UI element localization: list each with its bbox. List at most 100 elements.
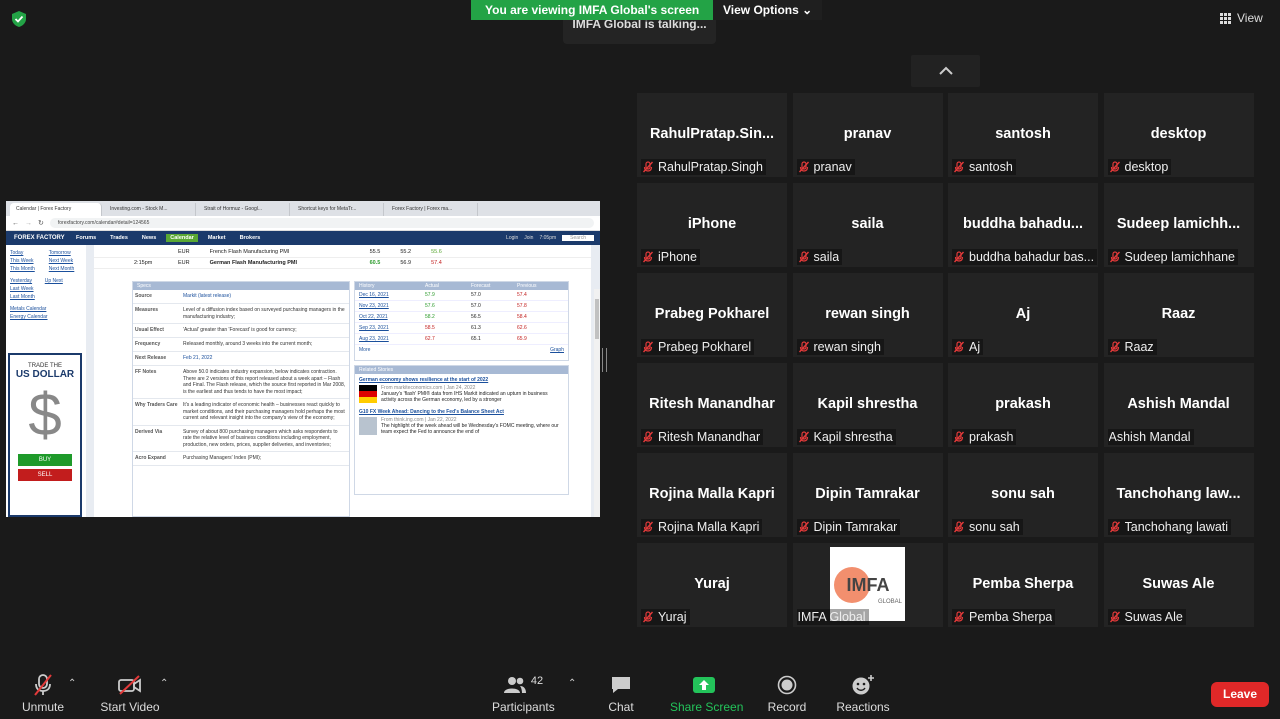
link-metals-calendar[interactable]: Metals Calendar bbox=[10, 305, 82, 313]
history-graph-link[interactable]: Graph bbox=[550, 345, 564, 356]
audio-options-caret-icon[interactable]: ⌃ bbox=[68, 678, 76, 689]
participant-tile[interactable]: RahulPratap.Sin... RahulPratap.Singh bbox=[637, 93, 787, 177]
nav-news[interactable]: News bbox=[138, 234, 160, 242]
record-button[interactable]: Record bbox=[766, 672, 808, 714]
participant-tile[interactable]: Dipin Tamrakar Dipin Tamrakar bbox=[792, 453, 943, 537]
reload-icon[interactable]: ↻ bbox=[38, 219, 44, 227]
ad-sell-button[interactable]: SELL bbox=[18, 469, 72, 481]
participant-tile[interactable]: Tanchohang law... Tanchohang lawati bbox=[1103, 453, 1254, 537]
forexfactory-logo[interactable]: FOREX FACTORY bbox=[14, 235, 66, 241]
history-more-link[interactable]: More bbox=[359, 345, 405, 356]
calendar-event-row[interactable]: EUR French Flash Manufacturing PMI 55.5 … bbox=[94, 247, 591, 258]
participant-name: saila bbox=[813, 250, 840, 264]
share-screen-button[interactable]: Share Screen bbox=[670, 672, 743, 714]
history-row[interactable]: Sep 23, 2021 58.5 61.3 62.6 bbox=[355, 323, 568, 334]
browser-tab[interactable]: Forex Factory | Forex ma... bbox=[386, 203, 478, 216]
chat-button[interactable]: Chat bbox=[604, 672, 638, 714]
participant-display-name: Ashish Mandal bbox=[1127, 396, 1230, 412]
reactions-smiley-icon bbox=[852, 675, 874, 695]
nav-brokers[interactable]: Brokers bbox=[236, 234, 265, 242]
history-row[interactable]: Dec 16, 2021 57.9 57.0 57.4 bbox=[355, 290, 568, 301]
participant-tile[interactable]: Yuraj Yuraj bbox=[637, 543, 787, 627]
news-title[interactable]: G10 FX Week Ahead: Dancing to the Fed's … bbox=[359, 409, 564, 415]
leave-button[interactable]: Leave bbox=[1211, 682, 1269, 707]
participant-tile[interactable]: Aj Aj bbox=[948, 273, 1098, 357]
participant-tile[interactable]: Suwas Ale Suwas Ale bbox=[1103, 543, 1254, 627]
participant-tile[interactable]: Ritesh Manandhar Ritesh Manandhar bbox=[637, 363, 787, 447]
participant-tile[interactable]: sonu sah sonu sah bbox=[948, 453, 1098, 537]
shared-screen[interactable]: Calendar | Forex Factory Investing.com -… bbox=[6, 201, 600, 517]
resize-handle[interactable] bbox=[602, 348, 607, 372]
us-dollar-ad[interactable]: TRADE THE US DOLLAR $ BUY SELL bbox=[8, 353, 82, 517]
security-shield-icon[interactable] bbox=[10, 10, 28, 28]
unmute-button[interactable]: Unmute bbox=[20, 672, 66, 714]
participant-name: Pemba Sherpa bbox=[969, 610, 1053, 624]
link-tomorrow[interactable]: Tomorrow bbox=[49, 249, 75, 257]
participant-tile[interactable]: Ashish Mandal Ashish Mandal bbox=[1103, 363, 1254, 447]
participant-tile[interactable]: iPhone iPhone bbox=[637, 183, 787, 267]
address-bar[interactable]: forexfactory.com/calendar#detail=124565 bbox=[49, 218, 594, 228]
link-next-week[interactable]: Next Week bbox=[49, 257, 75, 265]
history-row[interactable]: Aug 23, 2021 62.7 65.1 65.9 bbox=[355, 334, 568, 345]
news-item[interactable]: German economy shows resilience at the s… bbox=[355, 374, 568, 406]
browser-tab[interactable]: Calendar | Forex Factory bbox=[10, 203, 102, 216]
participant-tile[interactable]: Kapil shrestha Kapil shrestha bbox=[792, 363, 943, 447]
history-row[interactable]: Oct 22, 2021 58.2 56.5 58.4 bbox=[355, 312, 568, 323]
link-this-week[interactable]: This Week bbox=[10, 257, 35, 265]
participant-tile[interactable]: Rojina Malla Kapri Rojina Malla Kapri bbox=[637, 453, 787, 537]
forward-icon[interactable]: → bbox=[25, 220, 32, 227]
participant-tile[interactable]: pranav pranav bbox=[792, 93, 943, 177]
participant-tile[interactable]: Pemba Sherpa Pemba Sherpa bbox=[948, 543, 1098, 627]
mic-muted-icon bbox=[953, 431, 965, 443]
link-last-month[interactable]: Last Month bbox=[10, 293, 35, 301]
page-scrollbar[interactable] bbox=[594, 289, 600, 517]
spec-row: Derived Via Survey of about 800 purchasin… bbox=[133, 426, 349, 452]
browser-tab[interactable]: Strait of Hormuz - Googl... bbox=[198, 203, 290, 216]
spec-value[interactable]: Markit (latest release) bbox=[183, 293, 347, 300]
link-up-next[interactable]: Up Next bbox=[45, 277, 63, 285]
participant-tile[interactable]: Raaz Raaz bbox=[1103, 273, 1254, 357]
calendar-event-row[interactable]: 2:15pm EUR German Flash Manufacturing PM… bbox=[94, 258, 591, 269]
participant-tile[interactable]: saila saila bbox=[792, 183, 943, 267]
reactions-button[interactable]: Reactions bbox=[836, 672, 890, 714]
participant-tile[interactable]: prakash prakash bbox=[948, 363, 1098, 447]
mic-muted-icon bbox=[953, 251, 965, 263]
link-today[interactable]: Today bbox=[10, 249, 35, 257]
participant-name: RahulPratap.Singh bbox=[658, 160, 763, 174]
video-options-caret-icon[interactable]: ⌃ bbox=[160, 678, 168, 689]
participant-tile[interactable]: santosh santosh bbox=[948, 93, 1098, 177]
spec-value[interactable]: Feb 21, 2022 bbox=[183, 355, 347, 362]
view-options-button[interactable]: View Options ⌄ bbox=[713, 0, 823, 20]
participant-tile[interactable]: Prabeg Pokharel Prabeg Pokharel bbox=[637, 273, 787, 357]
search-box[interactable]: Search bbox=[562, 235, 594, 241]
start-video-button[interactable]: Start Video bbox=[100, 672, 160, 714]
link-yesterday[interactable]: Yesterday bbox=[10, 277, 35, 285]
participant-tile[interactable]: rewan singh rewan singh bbox=[792, 273, 943, 357]
ad-buy-button[interactable]: BUY bbox=[18, 454, 72, 466]
nav-market[interactable]: Market bbox=[204, 234, 230, 242]
participant-tile[interactable]: IMFA GLOBAL IMFA Global bbox=[792, 543, 943, 627]
view-button[interactable]: View bbox=[1220, 8, 1263, 28]
back-icon[interactable]: ← bbox=[12, 220, 19, 227]
participant-tile[interactable]: buddha bahadu... buddha bahadur bas... bbox=[948, 183, 1098, 267]
link-last-week[interactable]: Last Week bbox=[10, 285, 35, 293]
news-title[interactable]: German economy shows resilience at the s… bbox=[359, 377, 564, 383]
history-row[interactable]: Nov 23, 2021 57.6 57.0 57.8 bbox=[355, 301, 568, 312]
participants-button[interactable]: 42 Participants bbox=[492, 672, 555, 714]
browser-tab[interactable]: Investing.com - Stock M... bbox=[104, 203, 196, 216]
link-energy-calendar[interactable]: Energy Calendar bbox=[10, 313, 82, 321]
nav-trades[interactable]: Trades bbox=[106, 234, 132, 242]
join-link[interactable]: Join bbox=[524, 235, 533, 241]
nav-forums[interactable]: Forums bbox=[72, 234, 100, 242]
nav-calendar[interactable]: Calendar bbox=[166, 234, 198, 242]
participant-tile[interactable]: desktop desktop bbox=[1103, 93, 1254, 177]
participants-options-caret-icon[interactable]: ⌃ bbox=[568, 678, 576, 689]
link-next-month[interactable]: Next Month bbox=[49, 265, 75, 273]
browser-tab[interactable]: Shortcut keys for MetaTr... bbox=[292, 203, 384, 216]
news-item[interactable]: G10 FX Week Ahead: Dancing to the Fed's … bbox=[355, 406, 568, 438]
collapse-gallery-button[interactable] bbox=[911, 55, 980, 87]
participant-name-label: saila bbox=[796, 249, 843, 265]
participant-tile[interactable]: Sudeep lamichh... Sudeep lamichhane bbox=[1103, 183, 1254, 267]
link-this-month[interactable]: This Month bbox=[10, 265, 35, 273]
login-link[interactable]: Login bbox=[506, 235, 518, 241]
